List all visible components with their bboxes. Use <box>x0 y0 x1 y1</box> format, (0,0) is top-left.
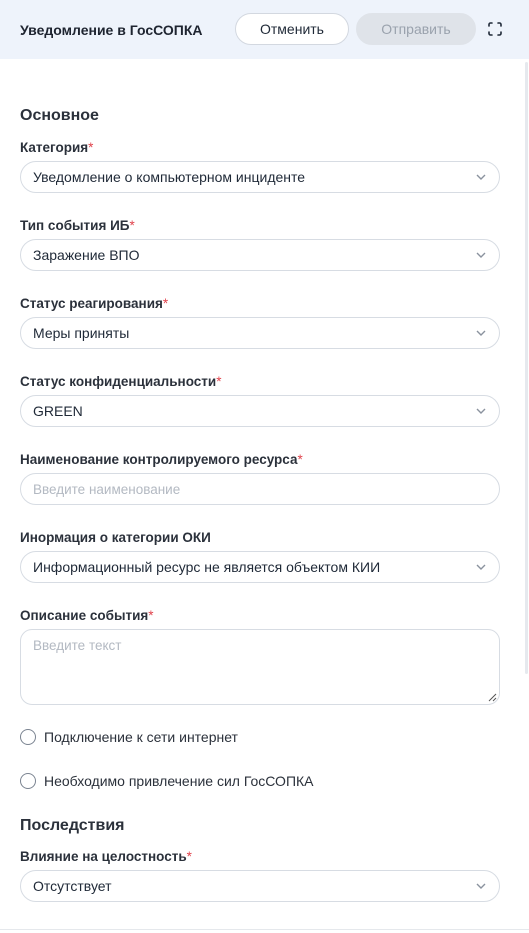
chevron-down-icon <box>476 564 486 570</box>
resource-name-input[interactable]: Введите наименование <box>20 473 500 505</box>
integrity-select[interactable]: Отсутствует <box>20 870 500 902</box>
integrity-value: Отсутствует <box>33 878 112 894</box>
send-button[interactable]: Отправить <box>356 13 476 45</box>
description-textarea[interactable]: Введите текст <box>20 629 500 705</box>
fullscreen-icon[interactable] <box>487 21 503 37</box>
oki-info-select[interactable]: Информационный ресурс не является объект… <box>20 551 500 583</box>
section-main-title: Основное <box>20 107 99 124</box>
description-label: Описание события* <box>20 608 154 623</box>
confidentiality-select[interactable]: GREEN <box>20 395 500 427</box>
internet-checkbox[interactable] <box>20 729 36 745</box>
response-status-select[interactable]: Меры приняты <box>20 317 500 349</box>
internet-checkbox-row[interactable]: Подключение к сети интернет <box>20 729 238 745</box>
internet-checkbox-label: Подключение к сети интернет <box>44 729 238 745</box>
event-type-select[interactable]: Заражение ВПО <box>20 239 500 271</box>
scrollbar[interactable] <box>525 62 528 674</box>
resource-name-placeholder: Введите наименование <box>33 481 181 497</box>
resize-handle-icon[interactable] <box>488 693 497 702</box>
gossopka-checkbox-label: Необходимо привлечение сил ГосСОПКА <box>44 773 314 789</box>
chevron-down-icon <box>476 408 486 414</box>
confidentiality-value: GREEN <box>33 403 83 419</box>
event-type-value: Заражение ВПО <box>33 247 140 263</box>
chevron-down-icon <box>476 174 486 180</box>
page-title: Уведомление в ГосСОПКА <box>20 22 203 38</box>
chevron-down-icon <box>476 330 486 336</box>
integrity-label: Влияние на целостность* <box>20 849 192 864</box>
confidentiality-label: Статус конфиденциальности* <box>20 374 222 389</box>
description-placeholder: Введите текст <box>33 638 122 653</box>
oki-info-value: Информационный ресурс не является объект… <box>33 559 381 575</box>
oki-info-label: Инормация о категории ОКИ <box>20 530 211 545</box>
category-label: Категория* <box>20 140 94 155</box>
event-type-label: Тип события ИБ* <box>20 218 135 233</box>
resource-name-label: Наименование контролируемого ресурса* <box>20 452 303 467</box>
chevron-down-icon <box>476 252 486 258</box>
response-status-label: Статус реагирования* <box>20 296 169 311</box>
cancel-button[interactable]: Отменить <box>235 13 349 45</box>
divider <box>0 929 529 930</box>
gossopka-checkbox-row[interactable]: Необходимо привлечение сил ГосСОПКА <box>20 773 314 789</box>
response-status-value: Меры приняты <box>33 325 130 341</box>
category-select[interactable]: Уведомление о компьютерном инциденте <box>20 161 500 193</box>
header-bar: Уведомление в ГосСОПКА Отменить Отправит… <box>0 0 529 59</box>
chevron-down-icon <box>476 883 486 889</box>
gossopka-checkbox[interactable] <box>20 773 36 789</box>
section-consequences-title: Последствия <box>20 817 125 834</box>
category-value: Уведомление о компьютерном инциденте <box>33 169 306 185</box>
